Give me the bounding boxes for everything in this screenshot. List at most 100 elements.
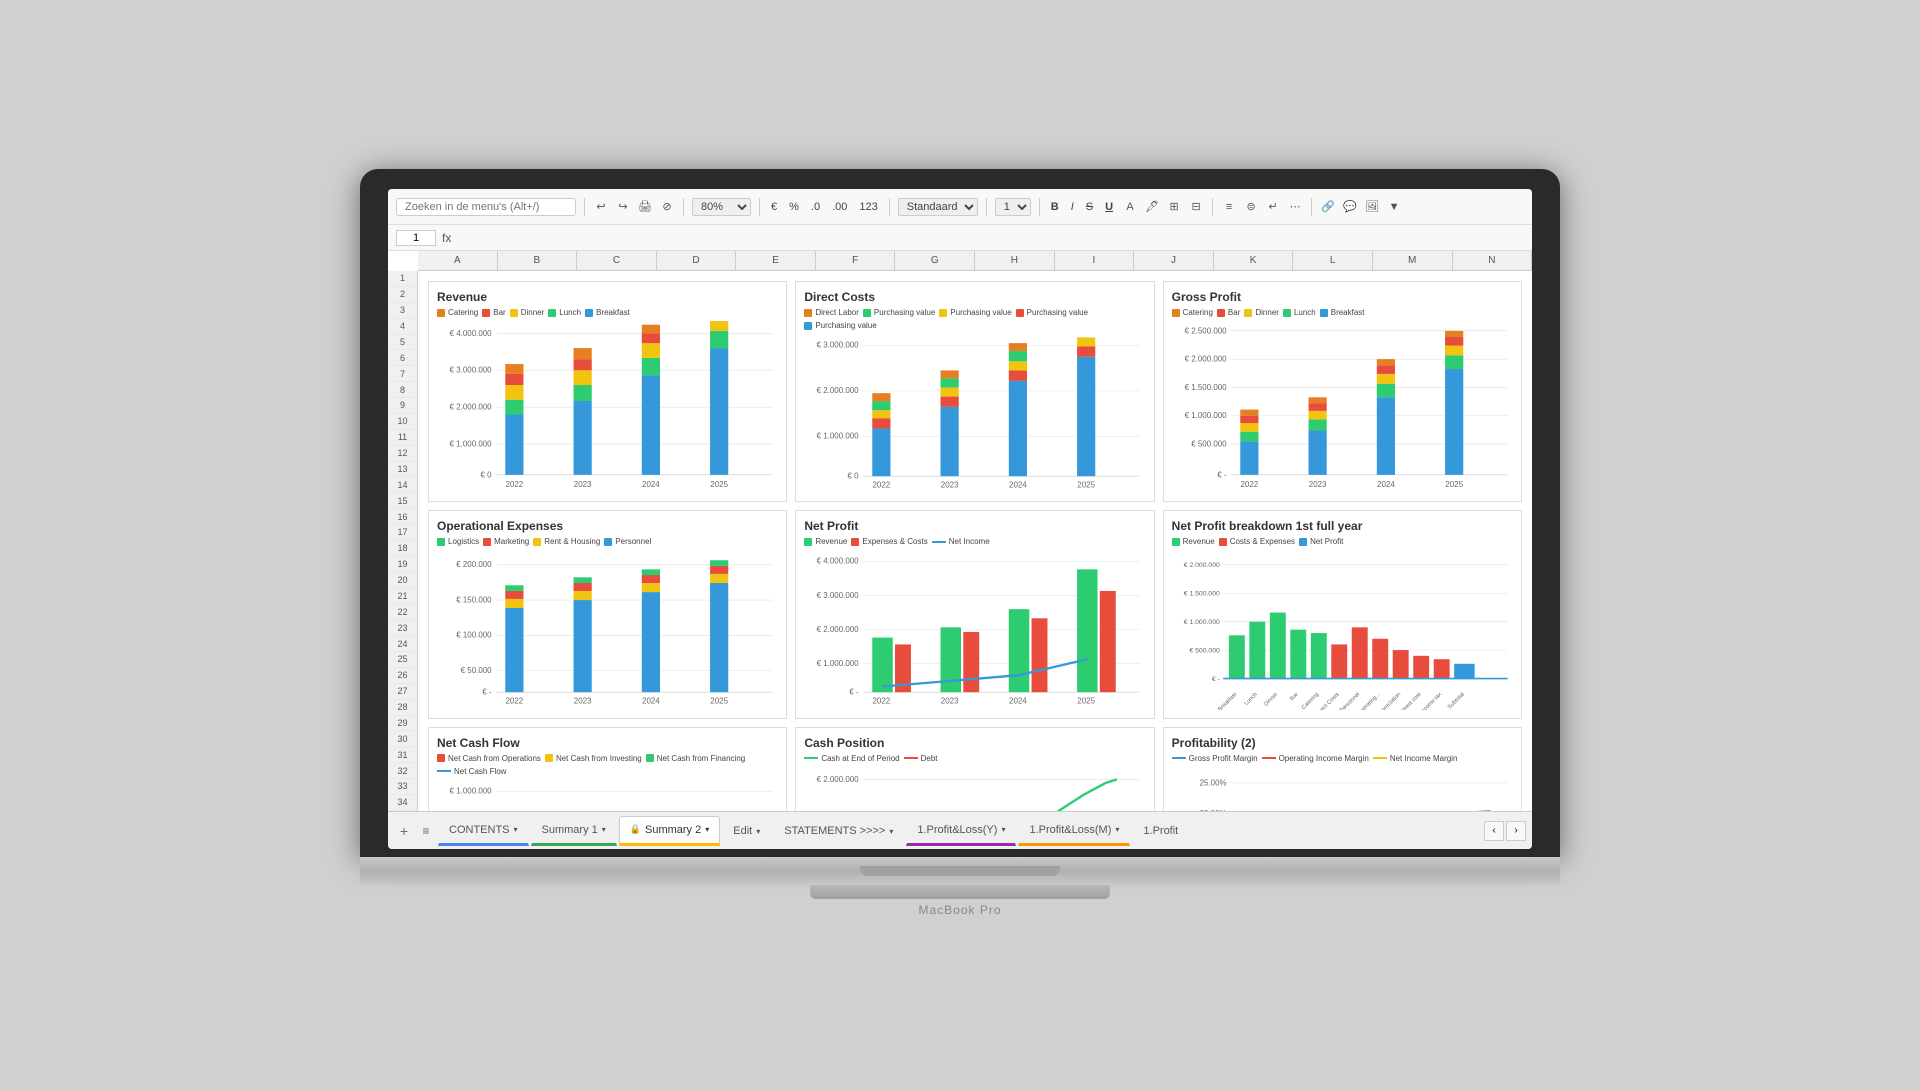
row-3: 3 (388, 303, 417, 319)
tab-scroll-right[interactable]: › (1506, 821, 1526, 841)
row-17: 17 (388, 525, 417, 541)
legend-marketing: Marketing (483, 537, 529, 546)
image-icon[interactable]: 🖼 (1364, 199, 1380, 215)
chart-net-profit-breakdown-title: Net Profit breakdown 1st full year (1172, 519, 1513, 533)
currency-btn[interactable]: € (768, 200, 780, 214)
tab-profit2[interactable]: 1.Profit (1132, 816, 1189, 846)
underline-btn[interactable]: U (1102, 200, 1116, 214)
legend-gross-margin-label: Gross Profit Margin (1189, 754, 1258, 763)
col-header-m[interactable]: M (1373, 251, 1453, 270)
tab-edit[interactable]: Edit ▾ (722, 816, 771, 846)
tab-statements-dropdown-icon: ▾ (889, 827, 893, 836)
row-18: 18 (388, 541, 417, 557)
legend-cash-period-label: Cash at End of Period (821, 754, 899, 763)
col-header-i[interactable]: I (1055, 251, 1135, 270)
legend-pv4-color (804, 322, 812, 330)
legend-lunch: Lunch (548, 308, 581, 317)
strikethrough-btn[interactable]: S (1083, 200, 1096, 214)
print-icon[interactable]: 🖨 (637, 199, 653, 215)
col-header-d[interactable]: D (657, 251, 737, 270)
chart-cash-position-svg: € 2.000.000 € 1.500.000 € 1.000.000 € 50… (804, 767, 1145, 811)
filter-icon[interactable]: ▼ (1386, 199, 1402, 215)
cell-reference-input[interactable] (396, 230, 436, 246)
row-29: 29 (388, 716, 417, 732)
col-header-a[interactable]: A (418, 251, 498, 270)
legend-catering: Catering (437, 308, 478, 317)
wrap-icon[interactable]: ↵ (1265, 199, 1281, 215)
number-btn[interactable]: 123 (856, 200, 880, 214)
tab-profit-loss-y[interactable]: 1.Profit&Loss(Y) ▾ (906, 816, 1016, 846)
legend-np-revenue-label: Revenue (815, 537, 847, 546)
search-input[interactable] (396, 198, 576, 216)
col-header-k[interactable]: K (1214, 251, 1294, 270)
merge-icon[interactable]: ⊟ (1188, 199, 1204, 215)
more-icon[interactable]: ⋯ (1287, 199, 1303, 215)
decimal2-btn[interactable]: .00 (829, 200, 850, 214)
svg-text:2025: 2025 (1445, 479, 1463, 489)
col-header-j[interactable]: J (1134, 251, 1214, 270)
zoom-select[interactable]: 80%100%75% (692, 198, 751, 216)
tab-summary2-dropdown-icon: ▾ (705, 825, 709, 834)
align-left-icon[interactable]: ≡ (1221, 199, 1237, 215)
legend-np-expenses: Expenses & Costs (851, 537, 927, 546)
legend-np-net-color (932, 541, 946, 543)
col-header-f[interactable]: F (816, 251, 896, 270)
legend-catering-label: Catering (448, 308, 478, 317)
highlight-icon[interactable]: 🖊 (1144, 199, 1160, 215)
legend-bar-color (482, 309, 490, 317)
col-header-c[interactable]: C (577, 251, 657, 270)
row-27: 27 (388, 684, 417, 700)
formula-bar: fx (388, 225, 1532, 251)
align-vert-icon[interactable]: ⊜ (1243, 199, 1259, 215)
col-header-e[interactable]: E (736, 251, 816, 270)
tab-profit-loss-m[interactable]: 1.Profit&Loss(M) ▾ (1018, 816, 1130, 846)
tab-summary2[interactable]: 🔒 Summary 2 ▾ (619, 816, 720, 846)
col-header-g[interactable]: G (895, 251, 975, 270)
italic-btn[interactable]: I (1068, 200, 1077, 214)
add-sheet-button[interactable]: + (394, 821, 414, 841)
svg-text:€ 1.500.000: € 1.500.000 (1184, 382, 1226, 392)
svg-text:€ 2.000.000: € 2.000.000 (817, 386, 860, 395)
legend-gp-catering: Catering (1172, 308, 1213, 317)
bold-btn[interactable]: B (1048, 200, 1062, 214)
chart-revenue-title: Revenue (437, 290, 778, 304)
tab-summary1[interactable]: Summary 1 ▾ (531, 816, 617, 846)
svg-text:€ 0: € 0 (481, 469, 492, 479)
legend-ncf-ops-label: Net Cash from Operations (448, 754, 541, 763)
font-size-select[interactable]: 101112 (995, 198, 1031, 216)
comment-icon[interactable]: 💬 (1342, 199, 1358, 215)
toolbar-separator-2 (683, 198, 684, 216)
svg-text:€ 1.500.000: € 1.500.000 (1183, 591, 1219, 598)
sheet-list-button[interactable]: ≡ (416, 821, 436, 841)
svg-text:2025: 2025 (1078, 697, 1096, 706)
legend-bd-revenue-label: Revenue (1183, 537, 1215, 546)
svg-text:€ 150.000: € 150.000 (456, 596, 492, 605)
row-7: 7 (388, 366, 417, 382)
legend-bd-revenue: Revenue (1172, 537, 1215, 546)
tab-profit-loss-y-dropdown-icon: ▾ (1001, 825, 1005, 834)
svg-text:€ 4.000.000: € 4.000.000 (450, 327, 492, 337)
svg-text:25.00%: 25.00% (1199, 777, 1227, 787)
tab-scroll-left[interactable]: ‹ (1484, 821, 1504, 841)
decimal1-btn[interactable]: .0 (808, 200, 823, 214)
svg-text:2022: 2022 (506, 697, 524, 706)
tab-contents[interactable]: CONTENTS ▾ (438, 816, 529, 846)
col-header-b[interactable]: B (498, 251, 578, 270)
col-header-h[interactable]: H (975, 251, 1055, 270)
chart-op-expenses: Operational Expenses Logistics Marketing (428, 510, 787, 718)
borders-icon[interactable]: ⊞ (1166, 199, 1182, 215)
font-color-icon[interactable]: A (1122, 199, 1138, 215)
col-header-n[interactable]: N (1453, 251, 1532, 270)
redo-icon[interactable]: ↪ (615, 199, 631, 215)
link-icon[interactable]: 🔗 (1320, 199, 1336, 215)
legend-bd-net: Net Profit (1299, 537, 1343, 546)
legend-gp-breakfast-label: Breakfast (1331, 308, 1365, 317)
legend-net-margin: Net Income Margin (1373, 754, 1458, 763)
paint-icon[interactable]: ⊘ (659, 199, 675, 215)
undo-icon[interactable]: ↩ (593, 199, 609, 215)
percent-btn[interactable]: % (786, 200, 802, 214)
tab-statements[interactable]: STATEMENTS >>>> ▾ (773, 816, 904, 846)
laptop-base-notch (860, 866, 1060, 876)
font-select[interactable]: Standaard ... (898, 198, 978, 216)
col-header-l[interactable]: L (1293, 251, 1373, 270)
